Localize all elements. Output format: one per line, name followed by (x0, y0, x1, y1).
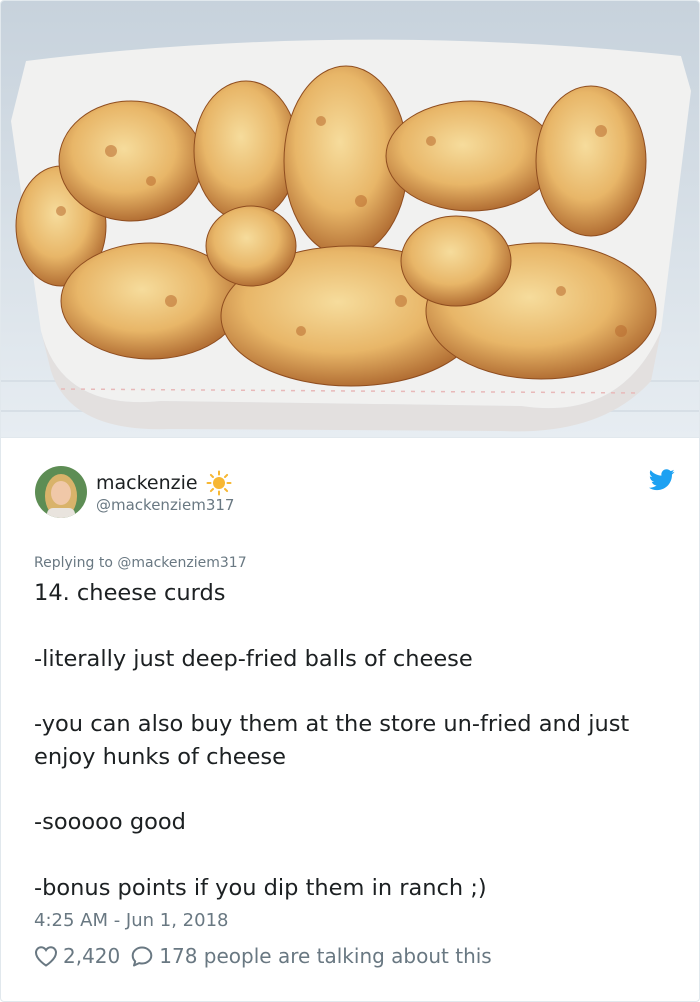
heart-icon[interactable] (34, 945, 58, 967)
talking-about-count[interactable]: 178 people are talking about this (159, 944, 491, 968)
twitter-bird-icon[interactable] (649, 469, 675, 491)
like-count[interactable]: 2,420 (63, 944, 120, 968)
speech-bubble-icon[interactable] (130, 945, 154, 967)
tweet-author-header: mackenzie @mackenziem317 (35, 466, 675, 522)
tweet-paragraph: -literally just deep-fried balls of chee… (34, 645, 473, 672)
tweet-paragraph: -you can also buy them at the store un-f… (34, 711, 630, 770)
replying-to-handle-link[interactable]: @mackenziem317 (117, 555, 246, 571)
avatar[interactable] (35, 466, 87, 518)
replying-to-label: Replying to (34, 555, 118, 571)
tweet-paragraph: -sooooo good (34, 809, 186, 835)
sun-icon (206, 470, 232, 496)
tweet-text: 14. cheese curds -literally just deep-fr… (34, 577, 674, 904)
tweet-paragraph: -bonus points if you dip them in ranch ;… (34, 874, 487, 901)
tweet-paragraph: 14. cheese curds (34, 580, 226, 606)
tweet-photo[interactable] (1, 1, 699, 438)
tweet-actions: 2,420 178 people are talking about this (34, 944, 492, 968)
user-handle[interactable]: @mackenziem317 (96, 496, 234, 514)
tweet-timestamp[interactable]: 4:25 AM - Jun 1, 2018 (34, 910, 228, 931)
replying-to: Replying to @mackenziem317 (34, 555, 247, 571)
user-display-name[interactable]: mackenzie (96, 472, 198, 494)
tweet-card: mackenzie @mackenziem317 Replying to @ma… (0, 0, 700, 1002)
